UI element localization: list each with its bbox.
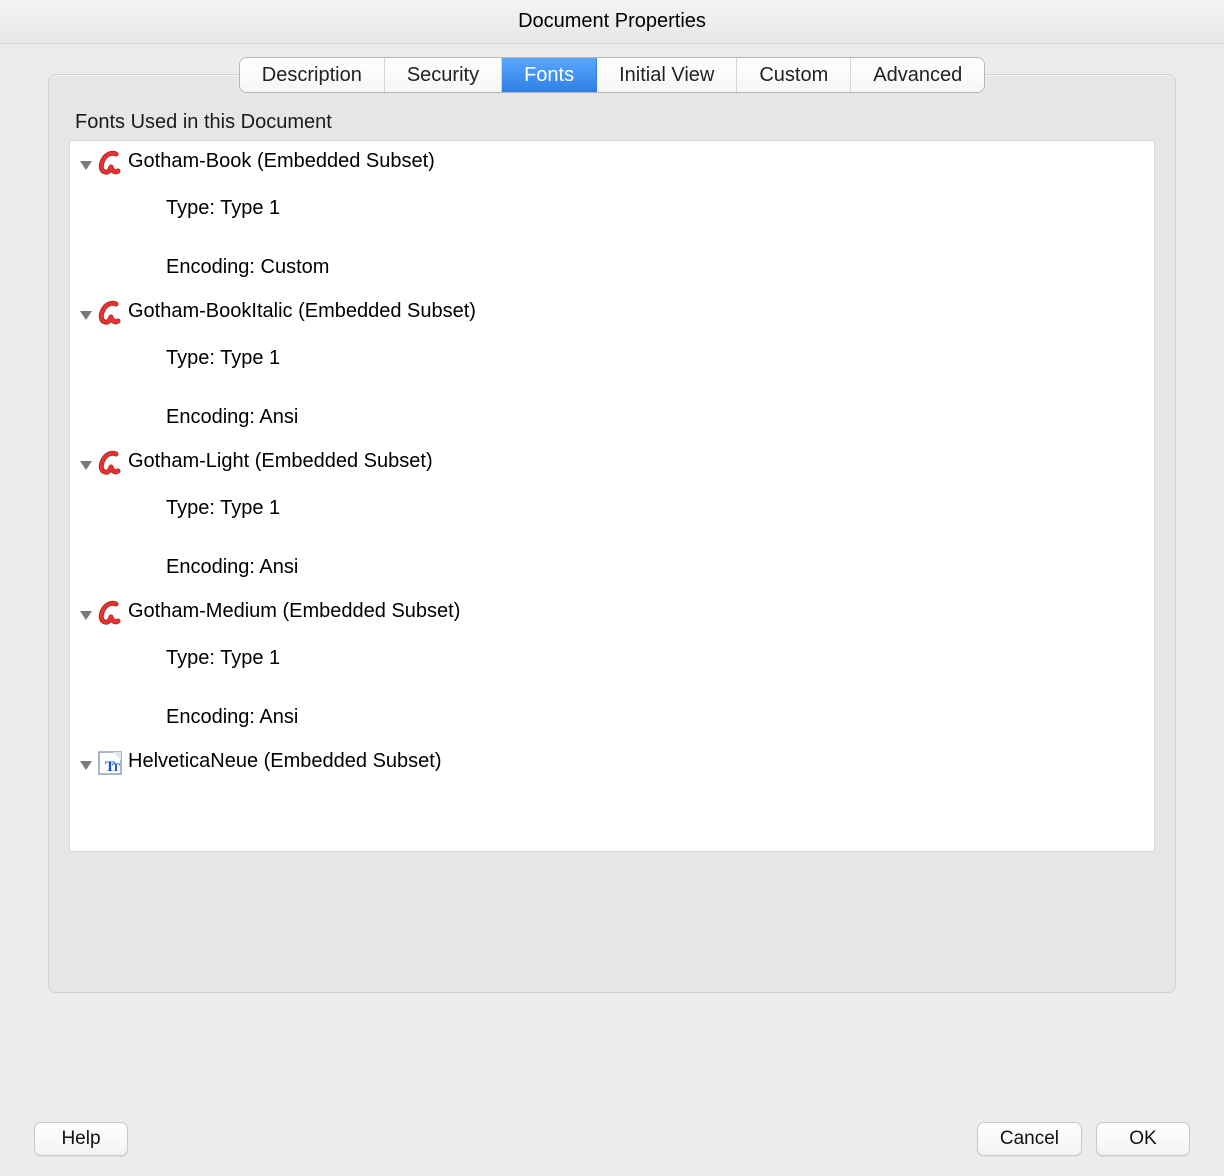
- tab-advanced[interactable]: Advanced: [851, 58, 984, 92]
- type1-font-icon: [96, 449, 124, 477]
- disclosure-triangle-icon[interactable]: [78, 607, 94, 623]
- font-detail: Encoding: Ansi: [70, 538, 1154, 597]
- font-detail: Type: Type 1: [70, 329, 1154, 388]
- font-name-label: Gotham-BookItalic (Embedded Subset): [126, 297, 476, 323]
- truetype-font-icon: TT: [96, 749, 124, 777]
- font-detail: Encoding: Custom: [70, 238, 1154, 297]
- window: Document Properties DescriptionSecurityF…: [0, 0, 1224, 1176]
- font-entry: Gotham-BookItalic (Embedded Subset) Type:…: [70, 297, 1154, 447]
- font-detail: Type: Type 1: [70, 479, 1154, 538]
- tab-initial-view[interactable]: Initial View: [597, 58, 737, 92]
- tab-custom[interactable]: Custom: [737, 58, 851, 92]
- font-detail: Type: Type 1: [70, 629, 1154, 688]
- font-detail: Type: Type 1: [70, 179, 1154, 238]
- type1-font-icon: [96, 599, 124, 627]
- type1-font-icon: [96, 299, 124, 327]
- disclosure-triangle-icon[interactable]: [78, 757, 94, 773]
- font-entry: Gotham-Book (Embedded Subset) Type: Type …: [70, 147, 1154, 297]
- font-row[interactable]: Gotham-Medium (Embedded Subset): [70, 597, 1154, 629]
- tab-fonts[interactable]: Fonts: [502, 58, 597, 92]
- font-entry: Gotham-Light (Embedded Subset) Type: Type…: [70, 447, 1154, 597]
- font-row[interactable]: Gotham-Light (Embedded Subset): [70, 447, 1154, 479]
- tabbar: DescriptionSecurityFontsInitial ViewCust…: [240, 58, 984, 92]
- font-row[interactable]: TTHelveticaNeue (Embedded Subset): [70, 747, 1154, 779]
- tabbar-wrap: DescriptionSecurityFontsInitial ViewCust…: [0, 44, 1224, 92]
- font-name-label: Gotham-Light (Embedded Subset): [126, 447, 433, 473]
- titlebar: Document Properties: [0, 0, 1224, 44]
- font-detail: Encoding: Ansi: [70, 688, 1154, 747]
- font-name-label: Gotham-Book (Embedded Subset): [126, 147, 435, 173]
- spacer: [0, 993, 1224, 1103]
- disclosure-triangle-icon[interactable]: [78, 307, 94, 323]
- svg-text:T: T: [112, 760, 120, 774]
- font-row[interactable]: Gotham-Book (Embedded Subset): [70, 147, 1154, 179]
- font-name-label: Gotham-Medium (Embedded Subset): [126, 597, 460, 623]
- disclosure-triangle-icon[interactable]: [78, 157, 94, 173]
- tab-security[interactable]: Security: [385, 58, 502, 92]
- ok-button[interactable]: OK: [1096, 1122, 1190, 1156]
- font-detail: Encoding: Ansi: [70, 388, 1154, 447]
- panel-label: Fonts Used in this Document: [75, 111, 1155, 134]
- font-entry: Gotham-Medium (Embedded Subset) Type: Typ…: [70, 597, 1154, 747]
- font-row[interactable]: Gotham-BookItalic (Embedded Subset): [70, 297, 1154, 329]
- font-entry: TTHelveticaNeue (Embedded Subset): [70, 747, 1154, 779]
- window-title: Document Properties: [518, 10, 706, 33]
- type1-font-icon: [96, 149, 124, 177]
- tab-description[interactable]: Description: [240, 58, 385, 92]
- cancel-button[interactable]: Cancel: [977, 1122, 1082, 1156]
- font-name-label: HelveticaNeue (Embedded Subset): [126, 747, 442, 773]
- content-panel: Fonts Used in this Document Gotham-Book …: [48, 74, 1176, 993]
- help-button[interactable]: Help: [34, 1122, 128, 1156]
- disclosure-triangle-icon[interactable]: [78, 457, 94, 473]
- footer: Help Cancel OK: [0, 1102, 1224, 1176]
- font-list[interactable]: Gotham-Book (Embedded Subset) Type: Type …: [69, 140, 1155, 852]
